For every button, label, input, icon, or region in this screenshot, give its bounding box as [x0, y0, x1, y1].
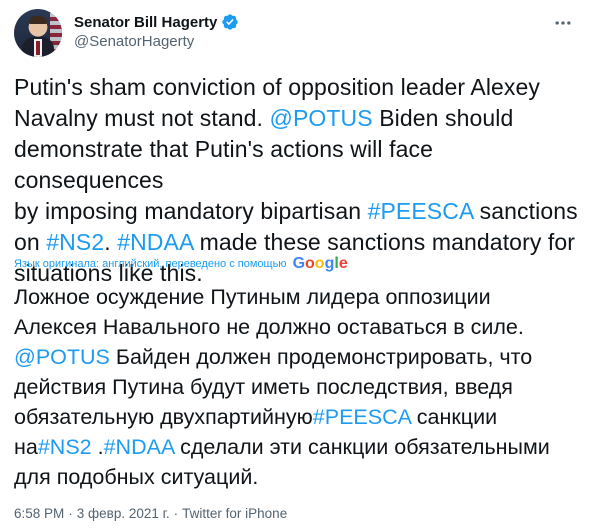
- translated-line: обязательную двухпартийную#PEESCA санкци…: [14, 402, 586, 432]
- translated-line: действия Путина будут иметь последствия,…: [14, 375, 513, 399]
- avatar[interactable]: [14, 9, 62, 57]
- author-name[interactable]: Senator Bill Hagerty: [74, 14, 217, 31]
- more-options-icon[interactable]: [553, 13, 573, 33]
- hashtag-ns2-link[interactable]: #NS2: [38, 435, 92, 459]
- translated-line: для подобных ситуаций.: [14, 465, 259, 489]
- avatar-tie: [36, 41, 40, 55]
- translated-text-part: на: [14, 435, 38, 459]
- hashtag-ns2-link[interactable]: #NS2: [46, 229, 104, 255]
- author-handle[interactable]: @SenatorHagerty: [74, 33, 194, 50]
- translation-note-text: Язык оригинала: английский, переведено с…: [14, 258, 287, 270]
- tweet-date[interactable]: 3 февр. 2021 г.: [77, 506, 170, 521]
- avatar-hair: [29, 16, 47, 24]
- hashtag-ndaa-link[interactable]: #NDAA: [104, 435, 175, 459]
- translated-text: Ложное осуждение Путиным лидера оппозици…: [14, 282, 586, 492]
- translated-text-part: санкции: [410, 405, 498, 429]
- translation-note[interactable]: Язык оригинала: английский, переведено с…: [14, 254, 348, 274]
- tweet-client[interactable]: Twitter for iPhone: [182, 506, 287, 521]
- mention-potus-link[interactable]: @POTUS: [270, 105, 373, 131]
- translated-text-part: сделали эти санкции обязательными: [174, 435, 550, 459]
- tweet-text-part: .: [104, 229, 118, 255]
- translated-line: @POTUS Байден должен продемонстрировать,…: [14, 342, 586, 372]
- meta-separator: ·: [173, 506, 179, 521]
- translated-text-part: Байден должен продемонстрировать, что: [109, 345, 533, 369]
- hashtag-ndaa-link[interactable]: #NDAA: [117, 229, 193, 255]
- tweet-time[interactable]: 6:58 PM: [14, 506, 64, 521]
- translated-text-part: .: [91, 435, 104, 459]
- translated-line: на#NS2 .#NDAA сделали эти санкции обязат…: [14, 432, 586, 462]
- translated-text-part: обязательную двухпартийную: [14, 405, 313, 429]
- hashtag-peesca-link[interactable]: #PEESCA: [368, 198, 474, 224]
- tweet-meta: 6:58 PM · 3 февр. 2021 г. · Twitter for iPho…: [14, 506, 287, 521]
- tweet-header: Senator Bill Hagerty @SenatorHagerty: [14, 9, 579, 57]
- mention-potus-link[interactable]: @POTUS: [14, 345, 110, 369]
- translated-line: Ложное осуждение Путиным лидера оппозици…: [14, 285, 491, 309]
- translated-line: Алексея Навального не должно оставаться …: [14, 315, 524, 339]
- hashtag-peesca-link[interactable]: #PEESCA: [313, 405, 411, 429]
- meta-separator: ·: [68, 506, 73, 521]
- google-logo: Google: [292, 255, 348, 272]
- author-name-row: Senator Bill Hagerty: [74, 12, 239, 32]
- verified-badge-icon: [222, 14, 239, 30]
